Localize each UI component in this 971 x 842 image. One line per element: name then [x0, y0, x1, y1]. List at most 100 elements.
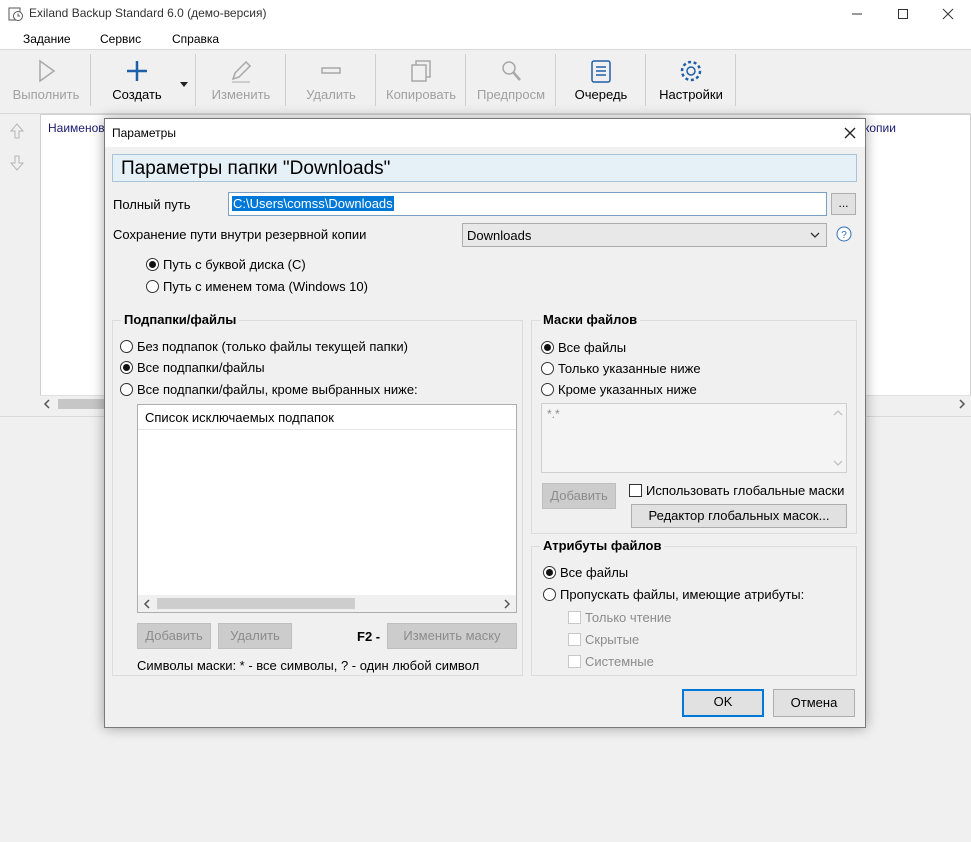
global-masks-editor-button[interactable]: Редактор глобальных масок...	[631, 504, 847, 528]
toolbar-separator	[285, 54, 286, 106]
file-masks-group-title: Маски файлов	[540, 312, 641, 327]
copy-button[interactable]: Копировать	[380, 50, 462, 112]
masks-textarea[interactable]: *.*	[541, 403, 847, 473]
app-icon	[8, 7, 23, 21]
masks-scrollbar-arrows-icon[interactable]	[832, 406, 844, 470]
create-button[interactable]: Создать	[96, 50, 178, 112]
close-button[interactable]	[925, 0, 971, 28]
toolbar-separator	[375, 54, 376, 106]
browse-button[interactable]: ...	[831, 193, 856, 215]
checkbox-box	[568, 611, 581, 624]
toolbar-separator	[735, 54, 736, 106]
save-path-select[interactable]: Downloads	[462, 223, 827, 247]
radio-dot	[541, 362, 554, 375]
queue-list-icon	[591, 60, 611, 83]
checkbox-box	[568, 633, 581, 646]
save-path-label: Сохранение пути внутри резервной копии	[113, 227, 367, 242]
toolbar-separator	[90, 54, 91, 106]
ok-button[interactable]: OK	[682, 689, 764, 717]
maximize-icon	[898, 9, 908, 19]
save-path-selected-value: Downloads	[467, 228, 532, 243]
radio-path-with-volume[interactable]: Путь с именем тома (Windows 10)	[146, 279, 368, 294]
create-dropdown-arrow[interactable]	[180, 76, 189, 91]
menu-task[interactable]: Задание	[23, 32, 71, 46]
dialog-title-bar: Параметры	[105, 119, 865, 147]
masks-text: *.*	[547, 407, 560, 421]
close-icon	[942, 8, 954, 20]
excluded-list-scrollbar[interactable]	[138, 595, 516, 612]
chevron-down-icon	[810, 232, 820, 238]
cancel-button[interactable]: Отмена	[773, 689, 855, 717]
mask-symbols-hint: Символы маски: * - все символы, ? - один…	[137, 658, 480, 673]
radio-masks-all-files[interactable]: Все файлы	[541, 340, 626, 355]
menu-service[interactable]: Сервис	[100, 32, 141, 46]
full-path-value: C:\Users\comss\Downloads	[232, 196, 394, 211]
toolbar-separator	[555, 54, 556, 106]
masks-add-button[interactable]: Добавить	[542, 483, 616, 509]
menu-bar: Задание Сервис Справка	[0, 28, 971, 50]
toolbar: Выполнить Создать Изменить Удалить Копир…	[0, 50, 971, 114]
use-global-masks-checkbox[interactable]: Использовать глобальные маски	[629, 483, 844, 498]
checkbox-box	[629, 484, 642, 497]
subfolders-remove-button[interactable]: Удалить	[218, 623, 292, 649]
radio-attributes-all-files[interactable]: Все файлы	[543, 565, 628, 580]
radio-dot	[541, 341, 554, 354]
attr-system-checkbox[interactable]: Системные	[568, 654, 654, 669]
window-title: Exiland Backup Standard 6.0 (демо-версия…	[29, 6, 267, 20]
radio-skip-files-with-attributes[interactable]: Пропускать файлы, имеющие атрибуты:	[543, 587, 804, 602]
column-header-name[interactable]: Наименов	[48, 121, 105, 135]
attr-readonly-checkbox[interactable]: Только чтение	[568, 610, 671, 625]
maximize-button[interactable]	[880, 0, 926, 28]
radio-dot	[120, 361, 133, 374]
preview-button[interactable]: Предпросм	[470, 50, 552, 112]
radio-no-subfolders[interactable]: Без подпапок (только файлы текущей папки…	[120, 339, 408, 354]
dialog-close-icon[interactable]	[841, 124, 859, 142]
file-attributes-group: Атрибуты файлов Все файлы Пропускать фай…	[531, 538, 857, 676]
file-masks-group: Маски файлов Все файлы Только указанные …	[531, 312, 857, 534]
magnifier-icon	[502, 61, 521, 81]
minimize-button[interactable]	[834, 0, 880, 28]
radio-dot	[543, 588, 556, 601]
change-mask-button[interactable]: Изменить маску	[387, 623, 517, 649]
radio-masks-except-listed[interactable]: Кроме указанных ниже	[541, 382, 697, 397]
minimize-icon	[852, 13, 862, 15]
folder-parameters-dialog: Параметры Параметры папки "Downloads" По…	[104, 118, 866, 728]
excluded-subfolders-list[interactable]: Список исключаемых подпапок	[137, 404, 517, 613]
menu-help[interactable]: Справка	[172, 32, 219, 46]
svg-text:?: ?	[841, 230, 847, 241]
help-icon[interactable]: ?	[836, 226, 852, 242]
delete-button[interactable]: Удалить	[290, 50, 372, 112]
checkbox-box	[568, 655, 581, 668]
subfolders-group-title: Подпапки/файлы	[121, 312, 240, 327]
pencil-icon	[231, 60, 252, 83]
settings-button[interactable]: Настройки	[650, 50, 732, 112]
gear-icon	[680, 60, 702, 82]
caret-down-icon	[180, 82, 188, 87]
copy-icon	[411, 60, 431, 82]
subfolders-add-button[interactable]: Добавить	[137, 623, 211, 649]
radio-all-except-selected[interactable]: Все подпапки/файлы, кроме выбранных ниже…	[120, 382, 418, 397]
full-path-label: Полный путь	[113, 197, 191, 212]
arrow-up-down-icon[interactable]	[8, 122, 26, 172]
edit-button[interactable]: Изменить	[200, 50, 282, 112]
toolbar-separator	[195, 54, 196, 106]
column-header-copies[interactable]: копии	[864, 121, 896, 135]
radio-path-with-drive[interactable]: Путь с буквой диска (C)	[146, 257, 306, 272]
reorder-arrows	[8, 122, 26, 175]
toolbar-separator	[645, 54, 646, 106]
subfolders-group: Подпапки/файлы Без подпапок (только файл…	[112, 312, 523, 676]
minus-icon	[321, 67, 341, 74]
dialog-heading: Параметры папки "Downloads"	[112, 154, 857, 182]
radio-masks-only-listed[interactable]: Только указанные ниже	[541, 361, 701, 376]
attr-hidden-checkbox[interactable]: Скрытые	[568, 632, 639, 647]
radio-dot	[146, 280, 159, 293]
title-bar: Exiland Backup Standard 6.0 (демо-версия…	[0, 0, 971, 28]
radio-all-subfolders[interactable]: Все подпапки/файлы	[120, 360, 265, 375]
run-button[interactable]: Выполнить	[6, 50, 86, 112]
full-path-input[interactable]: C:\Users\comss\Downloads	[228, 192, 827, 216]
radio-dot	[120, 340, 133, 353]
queue-button[interactable]: Очередь	[560, 50, 642, 112]
f2-shortcut-label: F2 -	[357, 629, 381, 644]
toolbar-separator	[465, 54, 466, 106]
radio-dot	[543, 566, 556, 579]
